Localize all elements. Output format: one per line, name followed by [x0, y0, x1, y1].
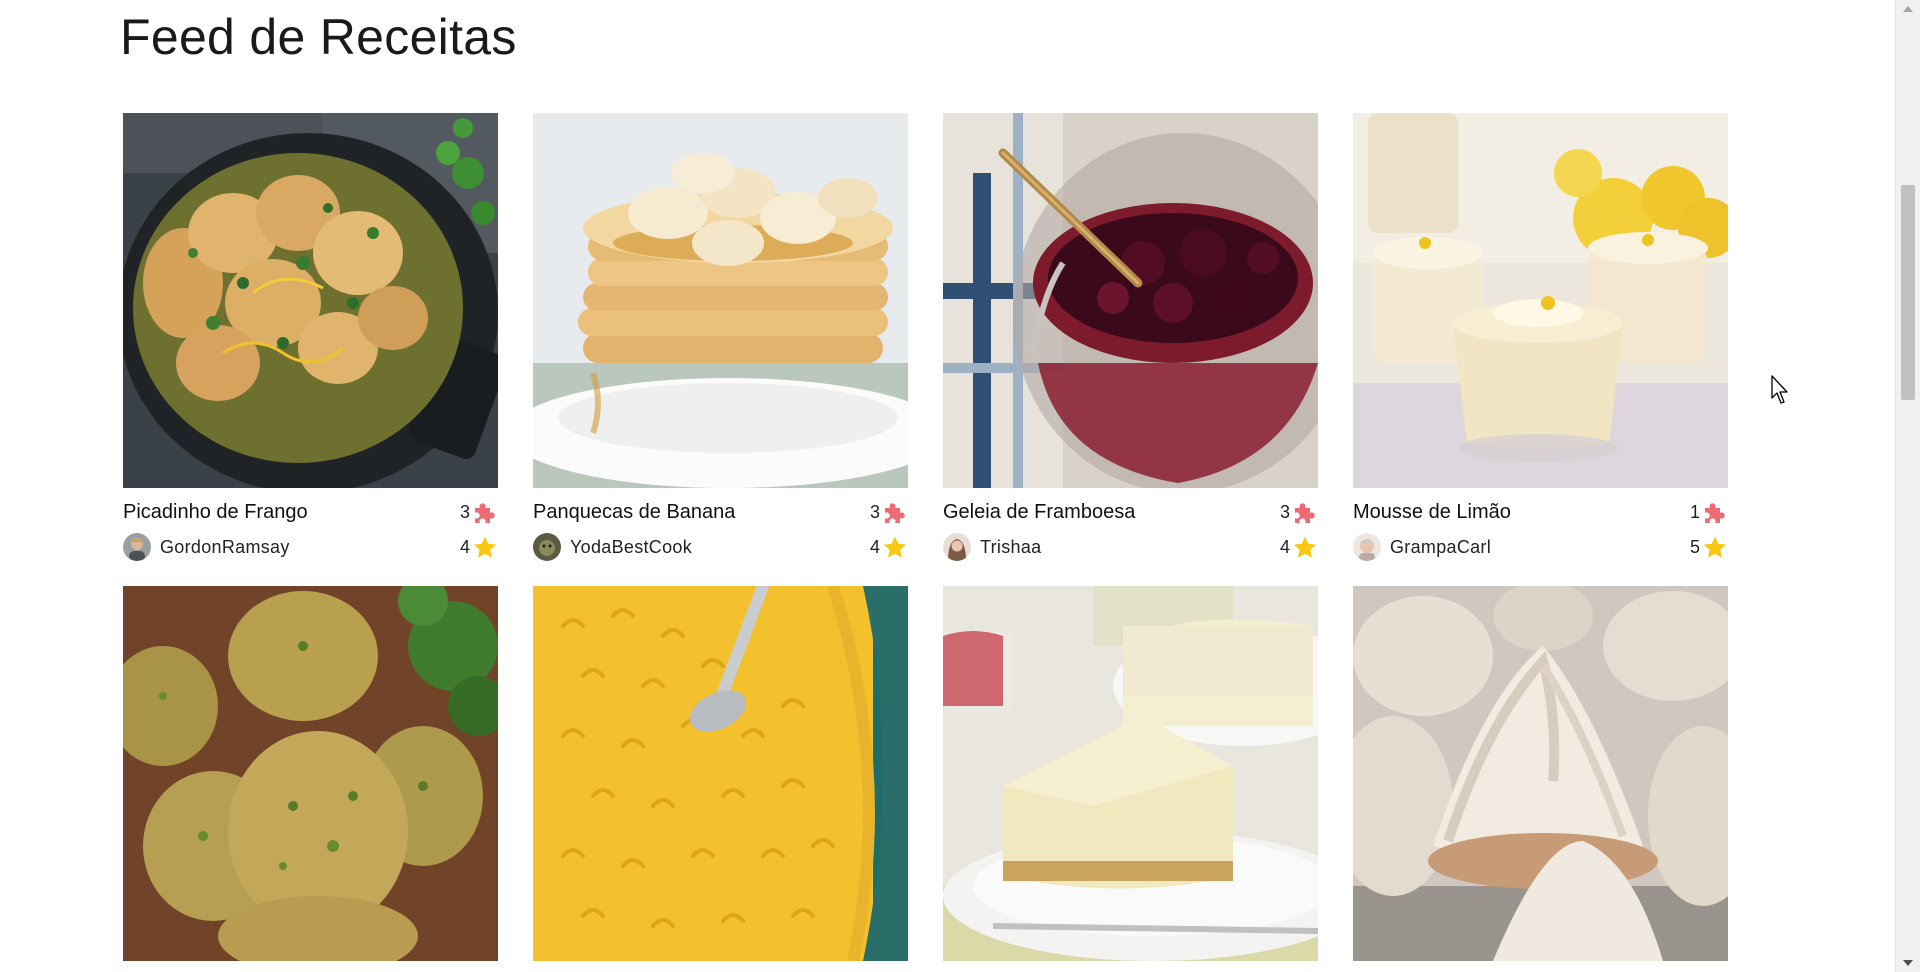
- ingredient-count: 3: [460, 500, 498, 524]
- recipe-name[interactable]: Panquecas de Banana: [533, 501, 735, 524]
- recipe-name[interactable]: Mousse de Limão: [1353, 501, 1511, 524]
- recipe-card[interactable]: [533, 586, 908, 961]
- puzzle-piece-icon: [885, 503, 905, 523]
- recipe-name[interactable]: Geleia de Framboesa: [943, 501, 1135, 524]
- recipe-meta: Panquecas de Banana 3 YodaBestCook 4: [533, 488, 908, 564]
- recipe-grid: Picadinho de Frango 3 GordonRamsay 4 Pan…: [123, 113, 1728, 961]
- rating: 4: [1280, 535, 1318, 559]
- author[interactable]: GrampaCarl: [1353, 533, 1491, 561]
- recipe-meta: Mousse de Limão 1 GrampaCarl 5: [1353, 488, 1728, 564]
- recipe-photo[interactable]: [533, 586, 908, 961]
- puzzle-piece-icon: [1705, 503, 1725, 523]
- puzzle-piece-icon: [475, 503, 495, 523]
- rating: 4: [870, 535, 908, 559]
- star-icon: [883, 536, 907, 558]
- avatar: [943, 533, 971, 561]
- author-name: GrampaCarl: [1390, 536, 1492, 557]
- recipe-card[interactable]: Panquecas de Banana 3 YodaBestCook 4: [533, 113, 908, 564]
- recipe-card[interactable]: [943, 586, 1318, 961]
- star-icon: [1293, 536, 1317, 558]
- recipe-feed-page: Feed de Receitas Picadinho de Frango 3 G…: [0, 0, 1896, 972]
- ingredient-count-value: 3: [869, 501, 880, 522]
- recipe-meta: Picadinho de Frango 3 GordonRamsay 4: [123, 488, 498, 564]
- recipe-photo[interactable]: [943, 586, 1318, 961]
- ingredient-count-value: 3: [1279, 501, 1290, 522]
- ingredient-count-value: 1: [1689, 501, 1700, 522]
- author-name: Trishaa: [980, 536, 1042, 557]
- mouse-cursor-icon: [1771, 375, 1788, 404]
- puzzle-piece-icon: [1295, 503, 1315, 523]
- recipe-name[interactable]: Picadinho de Frango: [123, 501, 308, 524]
- recipe-photo[interactable]: [533, 113, 908, 488]
- rating: 4: [460, 535, 498, 559]
- scrollbar-thumb[interactable]: [1901, 185, 1915, 400]
- ingredient-count: 1: [1690, 500, 1728, 524]
- recipe-photo[interactable]: [123, 586, 498, 961]
- recipe-photo[interactable]: [1353, 113, 1728, 488]
- recipe-card[interactable]: Picadinho de Frango 3 GordonRamsay 4: [123, 113, 498, 564]
- author-name: YodaBestCook: [570, 536, 693, 557]
- author[interactable]: YodaBestCook: [533, 533, 692, 561]
- author[interactable]: Trishaa: [943, 533, 1041, 561]
- scrollbar[interactable]: [1895, 0, 1920, 972]
- avatar: [1353, 533, 1381, 561]
- ingredient-count-value: 3: [459, 501, 470, 522]
- recipe-photo[interactable]: [1353, 586, 1728, 961]
- star-icon: [1703, 536, 1727, 558]
- rating-value: 4: [459, 536, 470, 557]
- author[interactable]: GordonRamsay: [123, 533, 290, 561]
- recipe-card[interactable]: [123, 586, 498, 961]
- rating: 5: [1690, 535, 1728, 559]
- recipe-card[interactable]: Geleia de Framboesa 3 Trishaa 4: [943, 113, 1318, 564]
- rating-value: 4: [1279, 536, 1290, 557]
- ingredient-count: 3: [1280, 500, 1318, 524]
- scroll-down-arrow-icon[interactable]: [1903, 960, 1913, 966]
- author-name: GordonRamsay: [160, 536, 290, 557]
- recipe-meta: Geleia de Framboesa 3 Trishaa 4: [943, 488, 1318, 564]
- scroll-up-arrow-icon[interactable]: [1903, 6, 1913, 12]
- avatar: [123, 533, 151, 561]
- ingredient-count: 3: [870, 500, 908, 524]
- rating-value: 4: [869, 536, 880, 557]
- page-title: Feed de Receitas: [120, 9, 517, 65]
- recipe-photo[interactable]: [123, 113, 498, 488]
- star-icon: [473, 536, 497, 558]
- avatar: [533, 533, 561, 561]
- recipe-card[interactable]: Mousse de Limão 1 GrampaCarl 5: [1353, 113, 1728, 564]
- recipe-card[interactable]: [1353, 586, 1728, 961]
- rating-value: 5: [1689, 536, 1700, 557]
- recipe-photo[interactable]: [943, 113, 1318, 488]
